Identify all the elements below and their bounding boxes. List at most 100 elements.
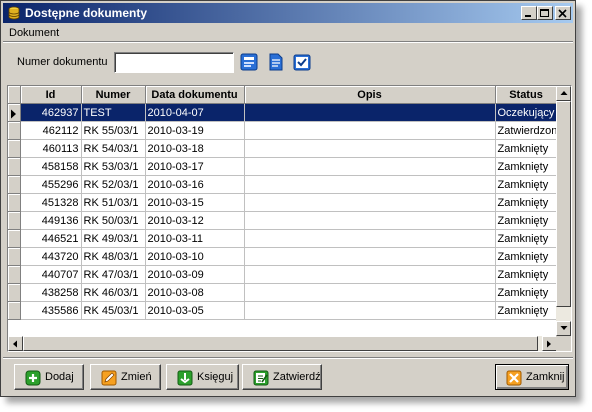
close-button[interactable]: Zamknij <box>495 364 569 390</box>
cell-id[interactable]: 451328 <box>20 193 82 212</box>
documents-grid[interactable]: Id Numer Data dokumentu Opis Status 4629… <box>7 85 572 352</box>
cell-data[interactable]: 2010-03-12 <box>145 211 245 230</box>
cell-numer[interactable]: RK 46/03/1 <box>81 283 146 302</box>
table-row[interactable]: 451328 RK 51/03/1 2010-03-15 Zamknięty <box>8 193 558 212</box>
horizontal-scrollbar[interactable] <box>8 336 557 351</box>
cell-numer[interactable]: RK 54/03/1 <box>81 139 146 158</box>
cell-numer[interactable]: RK 50/03/1 <box>81 211 146 230</box>
post-button[interactable]: Księguj <box>166 364 239 390</box>
cell-numer[interactable]: TEST <box>81 103 146 122</box>
cell-status[interactable]: Zamknięty <box>495 229 558 248</box>
cell-status[interactable]: Zamknięty <box>495 139 558 158</box>
cell-numer[interactable]: RK 53/03/1 <box>81 157 146 176</box>
horizontal-scroll-thumb[interactable] <box>23 336 538 351</box>
cell-id[interactable]: 443720 <box>20 247 82 266</box>
cell-opis[interactable] <box>244 211 496 230</box>
cell-data[interactable]: 2010-04-07 <box>145 103 245 122</box>
cell-id[interactable]: 458158 <box>20 157 82 176</box>
cell-status[interactable]: Oczekujący <box>495 103 558 122</box>
cell-data[interactable]: 2010-03-08 <box>145 283 245 302</box>
cell-opis[interactable] <box>244 103 496 122</box>
row-indicator[interactable] <box>8 175 21 194</box>
table-row[interactable]: 462937 TEST 2010-04-07 Oczekujący <box>8 103 558 122</box>
cell-opis[interactable] <box>244 229 496 248</box>
cell-status[interactable]: Zatwierdzony <box>495 121 558 140</box>
cell-id[interactable]: 438258 <box>20 283 82 302</box>
row-indicator[interactable] <box>8 229 21 248</box>
cell-id[interactable]: 462112 <box>20 121 82 140</box>
row-indicator[interactable] <box>8 247 21 266</box>
table-row[interactable]: 440707 RK 47/03/1 2010-03-09 Zamknięty <box>8 265 558 284</box>
check-button[interactable] <box>293 53 311 71</box>
scroll-left-button[interactable] <box>8 336 23 351</box>
cell-id[interactable]: 435586 <box>20 301 82 320</box>
cell-id[interactable]: 455296 <box>20 175 82 194</box>
table-row[interactable]: 435586 RK 45/03/1 2010-03-05 Zamknięty <box>8 301 558 320</box>
row-indicator[interactable] <box>8 301 21 320</box>
cell-data[interactable]: 2010-03-18 <box>145 139 245 158</box>
cell-opis[interactable] <box>244 121 496 140</box>
cell-id[interactable]: 440707 <box>20 265 82 284</box>
scroll-right-button[interactable] <box>542 336 557 351</box>
row-indicator[interactable] <box>8 139 21 158</box>
vertical-scrollbar[interactable] <box>556 86 571 336</box>
cell-data[interactable]: 2010-03-16 <box>145 175 245 194</box>
row-indicator[interactable] <box>8 211 21 230</box>
title-bar[interactable]: Dostępne dokumenty <box>3 3 573 23</box>
cell-status[interactable]: Zamknięty <box>495 283 558 302</box>
cell-numer[interactable]: RK 52/03/1 <box>81 175 146 194</box>
cell-status[interactable]: Zamknięty <box>495 211 558 230</box>
table-row[interactable]: 462112 RK 55/03/1 2010-03-19 Zatwierdzony <box>8 121 558 140</box>
cell-opis[interactable] <box>244 283 496 302</box>
table-row[interactable]: 446521 RK 49/03/1 2010-03-11 Zamknięty <box>8 229 558 248</box>
row-indicator[interactable] <box>8 283 21 302</box>
vertical-scroll-thumb[interactable] <box>556 101 571 307</box>
cell-data[interactable]: 2010-03-10 <box>145 247 245 266</box>
cell-status[interactable]: Zamknięty <box>495 265 558 284</box>
cell-id[interactable]: 449136 <box>20 211 82 230</box>
cell-opis[interactable] <box>244 139 496 158</box>
row-indicator[interactable] <box>8 157 21 176</box>
document-number-input[interactable] <box>114 52 234 73</box>
edit-button[interactable]: Zmień <box>90 364 161 390</box>
row-indicator[interactable] <box>8 121 21 140</box>
minimize-button[interactable] <box>521 6 537 20</box>
cell-numer[interactable]: RK 47/03/1 <box>81 265 146 284</box>
table-row[interactable]: 438258 RK 46/03/1 2010-03-08 Zamknięty <box>8 283 558 302</box>
column-header-opis[interactable]: Opis <box>244 86 496 104</box>
add-button[interactable]: Dodaj <box>14 364 84 390</box>
table-row[interactable]: 458158 RK 53/03/1 2010-03-17 Zamknięty <box>8 157 558 176</box>
column-header-id[interactable]: Id <box>20 86 82 104</box>
cell-numer[interactable]: RK 51/03/1 <box>81 193 146 212</box>
cell-data[interactable]: 2010-03-19 <box>145 121 245 140</box>
cell-status[interactable]: Zamknięty <box>495 175 558 194</box>
cell-opis[interactable] <box>244 265 496 284</box>
cell-data[interactable]: 2010-03-17 <box>145 157 245 176</box>
row-indicator[interactable] <box>8 265 21 284</box>
cell-data[interactable]: 2010-03-11 <box>145 229 245 248</box>
cell-status[interactable]: Zamknięty <box>495 193 558 212</box>
column-header-data[interactable]: Data dokumentu <box>145 86 245 104</box>
cell-numer[interactable]: RK 45/03/1 <box>81 301 146 320</box>
scroll-up-button[interactable] <box>556 86 571 101</box>
cell-id[interactable]: 446521 <box>20 229 82 248</box>
cell-data[interactable]: 2010-03-09 <box>145 265 245 284</box>
cell-numer[interactable]: RK 55/03/1 <box>81 121 146 140</box>
cell-id[interactable]: 462937 <box>20 103 82 122</box>
row-indicator[interactable] <box>8 193 21 212</box>
document-button[interactable] <box>267 53 285 71</box>
table-row[interactable]: 443720 RK 48/03/1 2010-03-10 Zamknięty <box>8 247 558 266</box>
search-button[interactable] <box>240 53 258 71</box>
cell-status[interactable]: Zamknięty <box>495 157 558 176</box>
cell-status[interactable]: Zamknięty <box>495 247 558 266</box>
cell-opis[interactable] <box>244 301 496 320</box>
close-window-button[interactable] <box>555 6 571 20</box>
column-header-numer[interactable]: Numer <box>81 86 146 104</box>
approve-button[interactable]: Zatwierdź <box>242 364 322 390</box>
cell-numer[interactable]: RK 49/03/1 <box>81 229 146 248</box>
cell-opis[interactable] <box>244 247 496 266</box>
maximize-button[interactable] <box>537 6 553 20</box>
scroll-down-button[interactable] <box>556 321 571 336</box>
column-header-status[interactable]: Status <box>495 86 558 104</box>
cell-id[interactable]: 460113 <box>20 139 82 158</box>
